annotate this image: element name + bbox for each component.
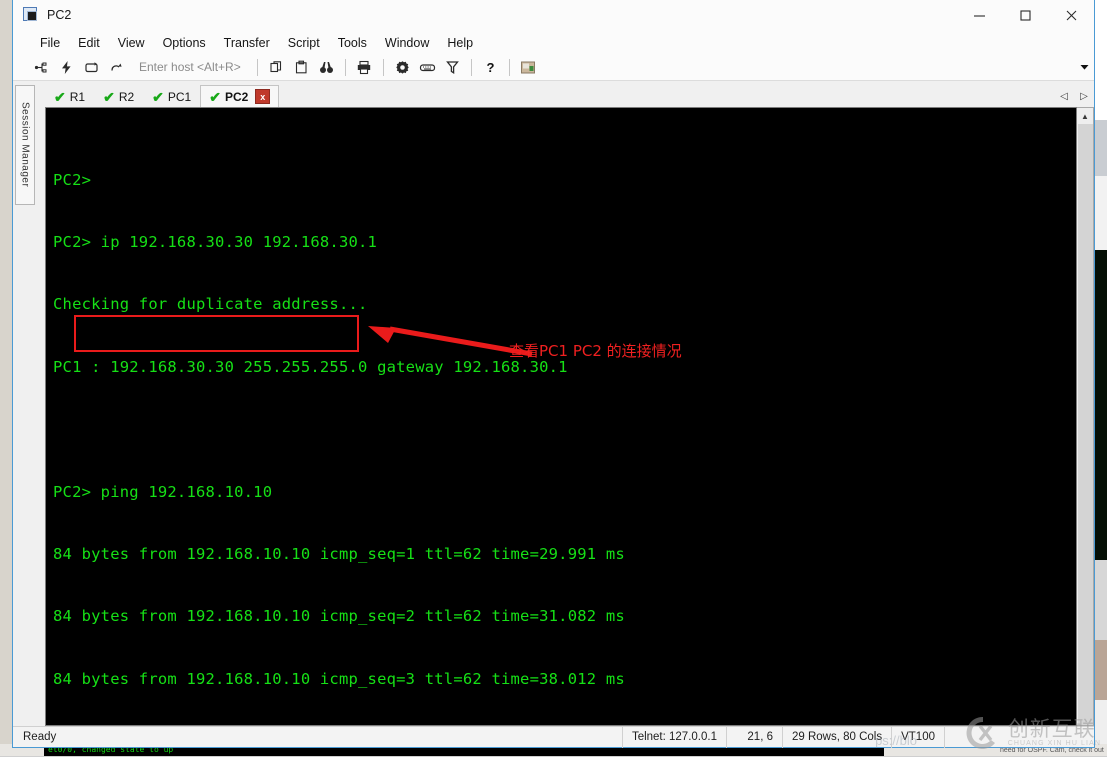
menu-item-help[interactable]: Help <box>438 34 482 52</box>
session-manager-label: Session Manager <box>20 102 31 187</box>
minimize-button[interactable] <box>956 0 1002 31</box>
status-spacer <box>944 727 1094 748</box>
terminal-column: ✔ R1 ✔ R2 ✔ PC1 ✔ PC2 x ◁ ▷ <box>37 81 1094 726</box>
tab-label: R2 <box>119 90 134 104</box>
terminal-line: PC2> <box>53 170 1076 191</box>
status-emulation: VT100 <box>891 727 944 748</box>
terminal-line: 84 bytes from 192.168.10.10 icmp_seq=1 t… <box>53 544 1076 565</box>
terminal-line: 84 bytes from 192.168.10.10 icmp_seq=2 t… <box>53 606 1076 627</box>
keymap-icon[interactable] <box>415 56 440 78</box>
terminal-line: PC1 : 192.168.30.30 255.255.255.0 gatewa… <box>53 357 1076 378</box>
quick-connect-icon[interactable] <box>54 56 79 78</box>
terminal-area: PC2> PC2> ip 192.168.30.30 192.168.30.1 … <box>37 107 1094 726</box>
menu-item-script[interactable]: Script <box>279 34 329 52</box>
tab-label: PC2 <box>225 90 248 104</box>
close-tab-icon[interactable]: x <box>255 89 270 104</box>
tab-r1[interactable]: ✔ R1 <box>45 85 94 107</box>
check-icon: ✔ <box>209 90 221 104</box>
settings-icon[interactable] <box>390 56 415 78</box>
terminal-line: PC2> ping 192.168.10.10 <box>53 482 1076 503</box>
status-ready-text: Ready <box>13 731 622 743</box>
help-icon[interactable]: ? <box>478 56 503 78</box>
status-cursor-position: 21, 6 <box>726 727 782 748</box>
session-tab-bar: ✔ R1 ✔ R2 ✔ PC1 ✔ PC2 x ◁ ▷ <box>37 81 1094 107</box>
menu-item-file[interactable]: File <box>31 34 69 52</box>
status-bar: Ready Telnet: 127.0.0.1 21, 6 29 Rows, 8… <box>13 726 1094 747</box>
connect-sftp-icon[interactable] <box>104 56 129 78</box>
tab-label: PC1 <box>168 90 191 104</box>
menu-item-transfer[interactable]: Transfer <box>215 34 279 52</box>
check-icon: ✔ <box>103 90 115 104</box>
check-icon: ✔ <box>152 90 164 104</box>
menu-item-edit[interactable]: Edit <box>69 34 109 52</box>
menu-item-tools[interactable]: Tools <box>329 34 376 52</box>
connect-icon[interactable] <box>29 56 54 78</box>
menu-bar: File Edit View Options Transfer Script T… <box>13 31 1094 54</box>
session-manager-tab[interactable]: Session Manager <box>15 85 35 205</box>
terminal-line: 84 bytes from 192.168.10.10 icmp_seq=3 t… <box>53 669 1076 690</box>
tab-prev-icon[interactable]: ◁ <box>1054 85 1074 107</box>
session-options-icon[interactable] <box>516 56 541 78</box>
tab-r2[interactable]: ✔ R2 <box>94 85 143 107</box>
window-controls <box>956 0 1094 31</box>
scroll-up-icon[interactable]: ▲ <box>1078 108 1093 124</box>
app-icon <box>23 7 39 23</box>
enter-host-field[interactable]: Enter host <Alt+R> <box>139 60 241 74</box>
maximize-button[interactable] <box>1002 0 1048 31</box>
chevron-down-icon[interactable] <box>1074 56 1094 78</box>
terminal-screen[interactable]: PC2> PC2> ip 192.168.30.30 192.168.30.1 … <box>45 107 1077 726</box>
terminal-output: PC2> PC2> ip 192.168.30.30 192.168.30.1 … <box>53 128 1076 726</box>
toolbar-separator-3 <box>383 59 384 76</box>
terminal-line: Checking for duplicate address... <box>53 294 1076 315</box>
securecrt-window: PC2 File Edit View Options Transfer Scri… <box>12 0 1095 748</box>
terminal-scrollbar[interactable]: ▲ <box>1077 107 1094 726</box>
svg-text:?: ? <box>486 60 494 75</box>
terminal-line: PC2> ip 192.168.30.30 192.168.30.1 <box>53 232 1076 253</box>
menu-item-options[interactable]: Options <box>154 34 215 52</box>
paste-icon[interactable] <box>289 56 314 78</box>
tab-pc2[interactable]: ✔ PC2 x <box>200 85 279 107</box>
toolbar-separator <box>257 59 258 76</box>
tab-label: R1 <box>70 90 85 104</box>
reconnect-icon[interactable] <box>79 56 104 78</box>
toolbar-separator-5 <box>509 59 510 76</box>
copy-icon[interactable] <box>264 56 289 78</box>
menu-item-window[interactable]: Window <box>376 34 438 52</box>
tab-pc1[interactable]: ✔ PC1 <box>143 85 200 107</box>
toolbar-separator-2 <box>345 59 346 76</box>
toolbar-separator-4 <box>471 59 472 76</box>
tool-bar: Enter host <Alt+R> <box>13 54 1094 81</box>
find-icon[interactable] <box>314 56 339 78</box>
status-connection: Telnet: 127.0.0.1 <box>622 727 726 748</box>
check-icon: ✔ <box>54 90 66 104</box>
status-dimensions: 29 Rows, 80 Cols <box>782 727 891 748</box>
print-icon[interactable] <box>352 56 377 78</box>
terminal-line <box>53 419 1076 440</box>
menu-item-view[interactable]: View <box>109 34 154 52</box>
scrollbar-track[interactable] <box>1078 124 1093 725</box>
title-bar: PC2 <box>13 0 1094 31</box>
work-area: Session Manager ✔ R1 ✔ R2 ✔ PC1 ✔ <box>13 81 1094 726</box>
filter-icon[interactable] <box>440 56 465 78</box>
session-manager-strip: Session Manager <box>13 81 37 726</box>
tab-next-icon[interactable]: ▷ <box>1074 85 1094 107</box>
close-button[interactable] <box>1048 0 1094 31</box>
window-title: PC2 <box>47 8 956 22</box>
